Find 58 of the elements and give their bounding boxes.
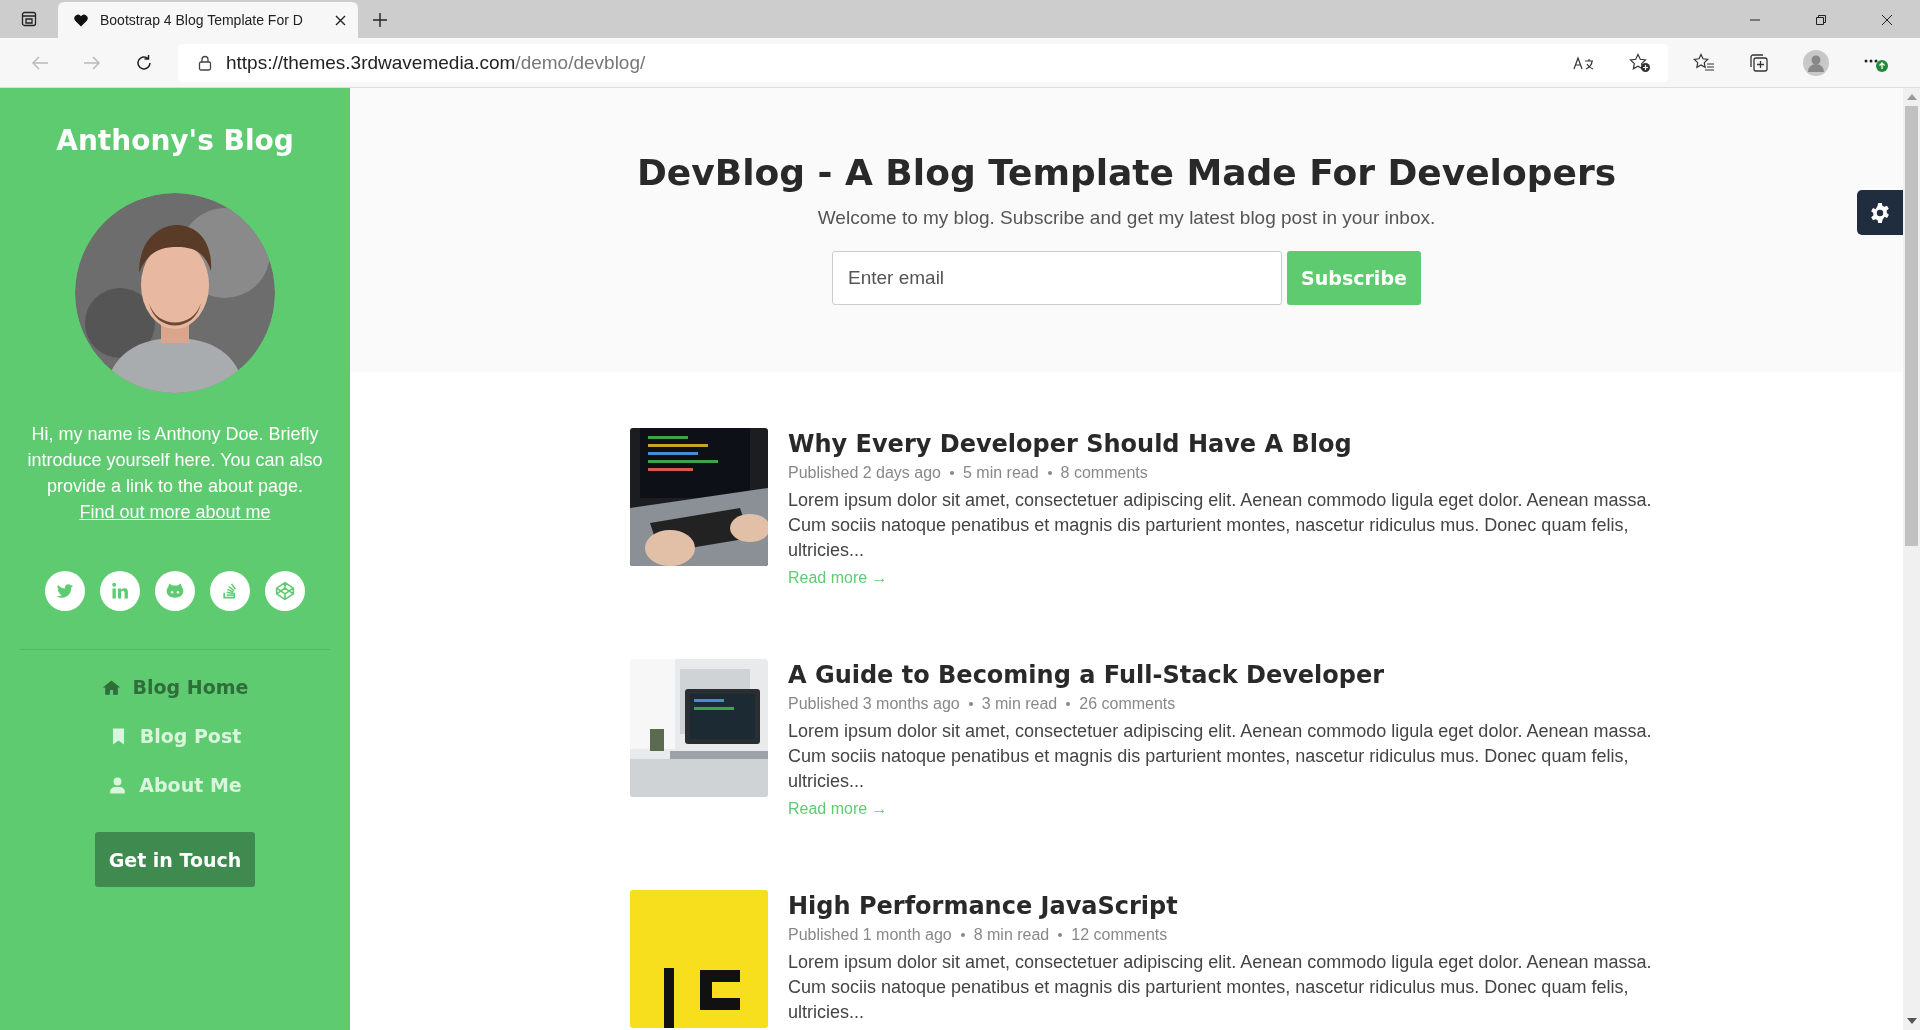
translate-icon[interactable] (1573, 55, 1595, 71)
post-meta: Published 1 month ago (788, 926, 952, 944)
bio-text: Hi, my name is Anthony Doe. Briefly introduce yourself here. You can also provide a link to the about page. (27, 424, 323, 496)
separator-dot (968, 702, 973, 706)
restore-icon[interactable] (1815, 14, 1827, 26)
post-excerpt: Lorem ipsum dolor sit amet, consectetuer adipiscing elit. Aenean commodo ligula eget dolor. Aenean massa. Cum sociis natoque penatibus et magnis dis parturient montes, nascetur ridiculus mus. Donec quam felis, ultricies... (788, 489, 1653, 562)
intro-text: Welcome to my blog. Subscribe and get my latest blog post in your inbox. (817, 207, 1436, 229)
post-title[interactable]: A Guide to Becoming a Full-Stack Developer (788, 659, 1660, 691)
post-meta: 8 comments (1060, 464, 1148, 482)
favorites-icon[interactable] (1693, 53, 1715, 73)
post-meta: 3 min read (981, 695, 1058, 713)
page-heading: DevBlog - A Blog Template Made For Developers (636, 152, 1617, 193)
separator-dot (1047, 471, 1052, 475)
tab-title: Bootstrap 4 Blog Template For D (100, 12, 304, 28)
reload-icon[interactable] (135, 54, 153, 72)
home-icon (101, 677, 121, 697)
close-icon[interactable] (1881, 14, 1893, 26)
add-favorite-icon[interactable] (1629, 53, 1651, 73)
url-path: /demo/devblog/ (515, 52, 646, 73)
post-meta: Published 3 months ago (788, 695, 960, 713)
scrollbar-thumb[interactable] (1905, 106, 1918, 546)
post-meta: 12 comments (1071, 926, 1168, 944)
post-title[interactable]: Why Every Developer Should Have A Blog (788, 428, 1660, 460)
blog-title: Anthony's Blog (56, 124, 294, 157)
read-more-link[interactable]: Read more → (788, 569, 888, 587)
scroll-down-icon[interactable] (1906, 1018, 1917, 1024)
profile-icon[interactable] (1803, 50, 1829, 76)
heart-icon (74, 13, 88, 27)
get-in-touch-button[interactable]: Get in Touch (95, 832, 255, 887)
user-icon (108, 775, 128, 795)
email-field[interactable]: Enter email (832, 251, 1282, 305)
separator-dot (960, 933, 965, 937)
settings-icon (1869, 201, 1891, 224)
nav-link[interactable]: Blog Post (108, 725, 242, 747)
separator-dot (950, 471, 954, 475)
close-icon[interactable] (335, 14, 346, 26)
new-tab-icon[interactable] (372, 12, 388, 28)
post-meta: 5 min read (963, 464, 1039, 482)
browser-tab[interactable]: Bootstrap 4 Blog Template For D (58, 2, 358, 38)
about-link[interactable]: Find out more about me (79, 502, 271, 522)
scrollbar[interactable] (1903, 88, 1920, 1030)
address-bar[interactable]: https://themes.3rdwavemedia.com/demo/devblog/ (178, 44, 1668, 82)
post-meta: 8 min read (973, 926, 1050, 944)
subscribe-button[interactable]: Subscribe (1287, 251, 1421, 305)
post-title[interactable]: High Performance JavaScript (788, 890, 1660, 922)
separator-dot (1058, 933, 1063, 937)
post-meta: Published 2 days ago (788, 464, 941, 482)
post-excerpt: Lorem ipsum dolor sit amet, consectetuer adipiscing elit. Aenean commodo ligula eget dolor. Aenean massa. Cum sociis natoque penatibus et magnis dis parturient montes, nascetur ridiculus mus. Donec quam felis, ultricies... (788, 951, 1653, 1024)
post-meta: 26 comments (1079, 695, 1176, 713)
nav-link[interactable]: About Me (108, 774, 242, 796)
read-more-link[interactable]: Read more → (788, 800, 888, 818)
collections-icon[interactable] (1749, 53, 1769, 73)
lock-icon[interactable] (198, 55, 212, 71)
nav-link[interactable]: Blog Home (101, 676, 249, 698)
settings-button[interactable] (1857, 190, 1903, 235)
post-excerpt: Lorem ipsum dolor sit amet, consectetuer adipiscing elit. Aenean commodo ligula eget dolor. Aenean massa. Cum sociis natoque penatibus et magnis dis parturient montes, nascetur ridiculus mus. Donec quam felis, ultricies... (788, 720, 1653, 793)
separator-dot (1066, 702, 1071, 706)
url-host: https://themes.3rdwavemedia.com (226, 52, 516, 73)
